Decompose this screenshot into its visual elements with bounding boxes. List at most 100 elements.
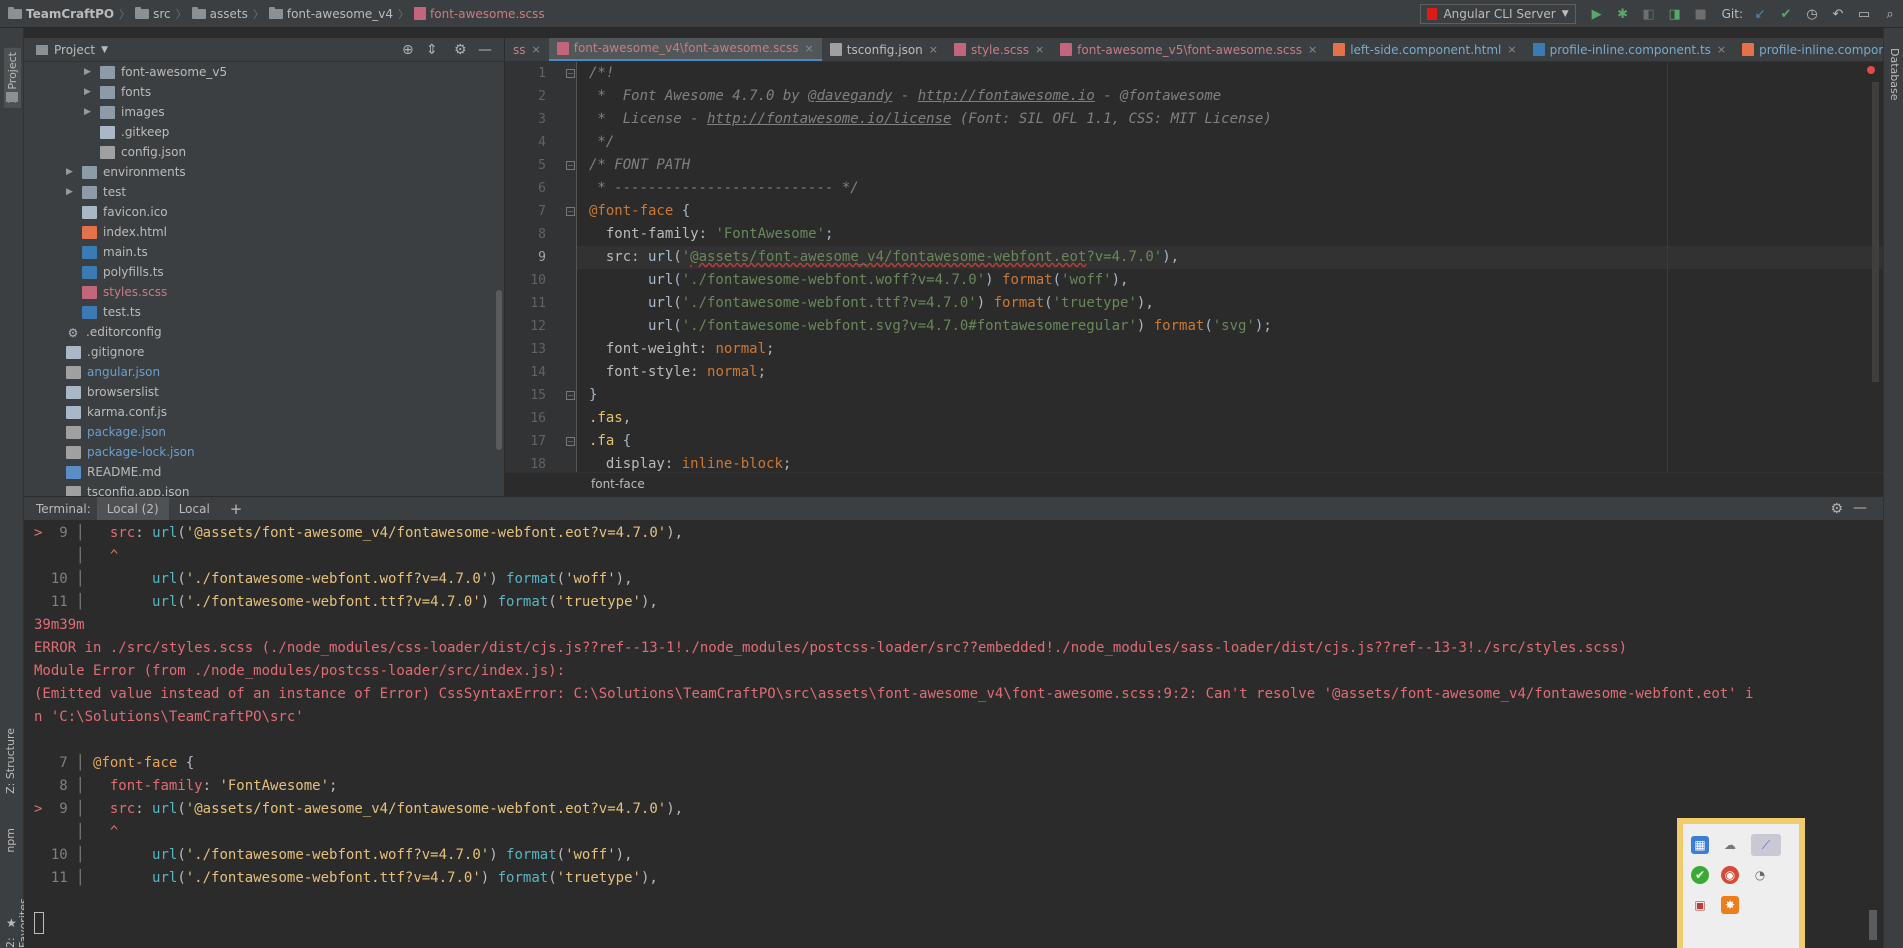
editor-tab[interactable]: style.scss × <box>946 38 1052 61</box>
close-icon[interactable]: × <box>1717 43 1726 56</box>
fold-marker-icon[interactable]: − <box>566 391 575 400</box>
tree-item[interactable]: index.html <box>66 222 167 242</box>
app-icon[interactable]: ✸ <box>1721 896 1739 914</box>
editor-tab[interactable]: profile-inline.component.ts × <box>1525 38 1735 61</box>
tree-item[interactable]: browserslist <box>50 382 159 402</box>
check-icon[interactable]: ✔ <box>1691 866 1709 884</box>
tree-item[interactable]: ▶ images <box>84 102 165 122</box>
collapse-icon[interactable]: ⇕ <box>426 42 438 58</box>
pen-icon[interactable]: ⟋ <box>1751 834 1781 856</box>
terminal-cursor[interactable] <box>34 912 44 934</box>
close-icon[interactable]: × <box>1035 43 1044 56</box>
fold-marker-icon[interactable]: − <box>566 69 575 78</box>
debug-icon[interactable]: ✱ <box>1615 6 1631 22</box>
fold-marker-icon[interactable]: − <box>566 161 575 170</box>
tree-item[interactable]: ▶ environments <box>66 162 186 182</box>
coverage-icon[interactable]: ◧ <box>1641 6 1657 22</box>
star-icon: ★ <box>6 916 17 930</box>
tree-item[interactable]: ▶ font-awesome_v5 <box>84 62 227 82</box>
close-icon[interactable]: × <box>1507 43 1516 56</box>
locate-icon[interactable]: ⊕ <box>402 42 414 58</box>
structure-tool-tab[interactable]: Z: Structure <box>4 728 17 794</box>
tree-item[interactable]: test.ts <box>66 302 141 322</box>
tree-item[interactable]: angular.json <box>50 362 160 382</box>
terminal-line: ERROR in ./src/styles.scss (./node_modul… <box>34 640 1628 656</box>
ts-icon <box>82 265 97 279</box>
editor-tab[interactable]: profile-inline.component.html× <box>1734 38 1883 61</box>
scss-file-icon <box>556 41 569 55</box>
history-icon[interactable]: ◷ <box>1804 6 1820 22</box>
git-update-icon[interactable]: ↙ <box>1752 6 1768 22</box>
chevron-right-icon[interactable]: ▶ <box>84 107 94 117</box>
terminal-tab-local-2[interactable]: Local (2) <box>96 496 169 521</box>
search-icon[interactable]: ⌕ <box>1882 6 1898 22</box>
breadcrumb-assets[interactable]: assets <box>187 6 253 21</box>
npm-tool-tab[interactable]: npm <box>4 828 17 853</box>
editor-tab[interactable]: left-side.component.html × <box>1325 38 1524 61</box>
tree-item[interactable]: karma.conf.js <box>50 402 167 422</box>
tree-item[interactable]: ▶ fonts <box>84 82 151 102</box>
tree-item[interactable]: polyfills.ts <box>66 262 164 282</box>
stop-icon[interactable]: ■ <box>1693 6 1709 22</box>
tree-item[interactable]: README.md <box>50 462 161 482</box>
breadcrumb-root[interactable]: TeamCraftPO <box>0 6 119 21</box>
tree-item[interactable]: config.json <box>84 142 186 162</box>
code-editor[interactable]: 1 2 3 4 5 6 7 8 9 10 11 12 13 14 15 16 17 18− − − − − /*! * F… <box>505 62 1883 472</box>
editor-tab[interactable]: font-awesome_v5\font-awesome.scss × <box>1052 38 1325 61</box>
editor-tab[interactable]: ss × <box>505 38 549 61</box>
chevron-down-icon[interactable]: ▼ <box>101 45 108 55</box>
tree-item[interactable]: .gitignore <box>50 342 144 362</box>
tree-item[interactable]: .gitkeep <box>84 122 169 142</box>
fold-marker-icon[interactable]: − <box>566 207 575 216</box>
gear-icon[interactable]: ⚙ <box>1830 501 1843 517</box>
breadcrumb-src[interactable]: src <box>130 6 176 21</box>
editor-breadcrumb[interactable]: font-face <box>591 477 645 491</box>
tree-item[interactable]: styles.scss <box>66 282 167 302</box>
terminal-scrollbar[interactable] <box>1869 910 1877 940</box>
terminal-tab-local[interactable]: Local <box>169 497 220 521</box>
chevron-right-icon[interactable]: ▶ <box>84 87 94 97</box>
breadcrumb-current-file[interactable]: font-awesome.scss <box>409 7 550 21</box>
database-tool-tab[interactable]: Database <box>1888 48 1901 101</box>
hide-icon[interactable]: — <box>478 42 492 58</box>
run-icon[interactable]: ▶ <box>1589 6 1605 22</box>
profile-icon[interactable]: ◨ <box>1667 6 1683 22</box>
tree-item[interactable]: tsconfig.app.json <box>50 482 189 496</box>
editor-scrollbar[interactable] <box>1872 82 1879 382</box>
code-line: src: url('@assets/font-awesome_v4/fontaw… <box>605 249 1180 265</box>
hide-icon[interactable]: — <box>1853 500 1867 516</box>
error-indicator-icon[interactable] <box>1867 66 1875 74</box>
tree-item[interactable]: favicon.ico <box>66 202 168 222</box>
close-icon[interactable]: × <box>805 42 814 55</box>
tree-scrollbar[interactable] <box>496 290 502 450</box>
speaker-icon[interactable]: ◔ <box>1751 866 1769 884</box>
close-icon[interactable]: × <box>532 43 541 56</box>
git-commit-icon[interactable]: ✔ <box>1778 6 1794 22</box>
breadcrumb-font-awesome-v4[interactable]: font-awesome_v4 <box>264 6 398 21</box>
run-configuration-select[interactable]: Angular CLI Server ▼ <box>1420 4 1576 24</box>
tree-item[interactable]: main.ts <box>66 242 148 262</box>
project-title[interactable]: Project <box>54 43 95 57</box>
layout-icon[interactable]: ▭ <box>1856 6 1872 22</box>
tree-item[interactable]: package-lock.json <box>50 442 195 462</box>
tree-item[interactable]: ▶ test <box>66 182 126 202</box>
gear-icon[interactable]: ⚙ <box>454 42 467 58</box>
tree-item[interactable]: package.json <box>50 422 166 442</box>
folder-icon <box>36 44 48 55</box>
tree-item[interactable]: ⚙ .editorconfig <box>50 322 162 342</box>
revert-icon[interactable]: ↶ <box>1830 6 1846 22</box>
cloud-icon[interactable]: ☁ <box>1721 836 1739 854</box>
remote-desktop-icon[interactable]: ▣ <box>1691 896 1709 914</box>
editor-tab[interactable]: font-awesome_v4\font-awesome.scss × <box>548 38 822 61</box>
fold-marker-icon[interactable]: − <box>566 437 575 446</box>
close-icon[interactable]: × <box>1308 43 1317 56</box>
close-icon[interactable]: × <box>929 43 938 56</box>
terminal-output[interactable]: > 9 │ src: url('@assets/font-awesome_v4/… <box>24 520 1883 948</box>
add-terminal-button[interactable]: + <box>220 497 253 521</box>
editor-tab[interactable]: tsconfig.json × <box>822 38 946 61</box>
chevron-right-icon[interactable]: ▶ <box>66 187 76 197</box>
chevron-right-icon[interactable]: ▶ <box>66 167 76 177</box>
chevron-right-icon[interactable]: ▶ <box>84 67 94 77</box>
browser-icon[interactable]: ◉ <box>1721 866 1739 884</box>
network-icon[interactable]: ▦ <box>1691 836 1709 854</box>
